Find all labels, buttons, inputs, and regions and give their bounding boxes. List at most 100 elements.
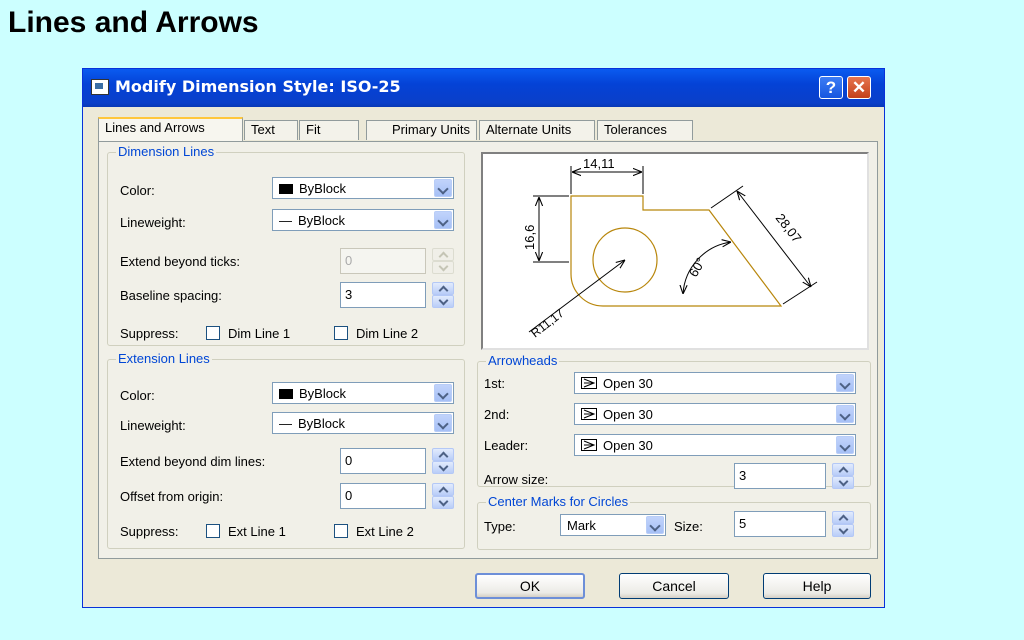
tab-text[interactable]: Text: [244, 120, 298, 140]
arrow-size-spinner[interactable]: [832, 463, 854, 489]
lines-and-arrows-panel: Dimension Lines Color: ByBlock Lineweigh…: [98, 141, 878, 559]
dimension-lines-legend: Dimension Lines: [116, 144, 217, 159]
dim-extend-input: 0: [340, 248, 426, 274]
tab-alternate-units[interactable]: Alternate Units: [479, 120, 595, 140]
chevron-down-icon[interactable]: [434, 179, 452, 197]
center-marks-group: Center Marks for Circles Type: Mark Size…: [477, 494, 871, 550]
color-swatch-icon: [279, 389, 293, 399]
arrow-second-select[interactable]: Open 30: [574, 403, 856, 425]
tab-lines-and-arrows[interactable]: Lines and Arrows: [98, 117, 243, 141]
ext-lineweight-label: Lineweight:: [120, 418, 186, 433]
extension-lines-legend: Extension Lines: [116, 351, 212, 366]
tab-primary-units[interactable]: Primary Units: [366, 120, 477, 140]
dim-extend-spinner: [432, 248, 454, 274]
dialog-title: Modify Dimension Style: ISO-25: [115, 77, 401, 96]
dim-suppress-label: Suppress:: [120, 326, 179, 341]
chevron-down-icon[interactable]: [434, 211, 452, 229]
dim-label-top: 14,11: [583, 156, 615, 171]
arrow-first-value: Open 30: [603, 376, 653, 391]
tab-fit[interactable]: Fit: [299, 120, 359, 140]
arrow-size-value: 3: [739, 468, 747, 483]
dim-line-1-checkbox[interactable]: [206, 326, 220, 340]
ext-extend-label: Extend beyond dim lines:: [120, 454, 266, 469]
open-arrow-icon: [581, 377, 597, 389]
extension-lines-group: Extension Lines Color: ByBlock Lineweigh…: [107, 351, 465, 549]
dimension-lines-group: Dimension Lines Color: ByBlock Lineweigh…: [107, 144, 465, 346]
dim-extend-value: 0: [345, 253, 353, 268]
ext-line-2-label: Ext Line 2: [356, 524, 414, 539]
chevron-down-icon[interactable]: [434, 384, 452, 402]
ext-offset-label: Offset from origin:: [120, 489, 224, 504]
title-bar[interactable]: Modify Dimension Style: ISO-25 ? ✕: [83, 69, 884, 107]
center-size-value: 5: [739, 516, 747, 531]
cancel-button[interactable]: Cancel: [619, 573, 729, 599]
arrow-second-value: Open 30: [603, 407, 653, 422]
dim-baseline-input[interactable]: 3: [340, 282, 426, 308]
color-swatch-icon: [279, 184, 293, 194]
dim-label-angle: 60°: [686, 255, 709, 280]
dim-color-select[interactable]: ByBlock: [272, 177, 454, 199]
dim-line-2-label: Dim Line 2: [356, 326, 419, 341]
ext-lineweight-value: ByBlock: [298, 416, 345, 431]
ext-extend-value: 0: [345, 453, 353, 468]
ext-extend-input[interactable]: 0: [340, 448, 426, 474]
ext-offset-input[interactable]: 0: [340, 483, 426, 509]
ext-line-1-checkbox[interactable]: [206, 524, 220, 538]
chevron-down-icon[interactable]: [836, 374, 854, 392]
line-weight-icon: —: [279, 416, 292, 431]
center-type-label: Type:: [484, 519, 516, 534]
ext-offset-value: 0: [345, 488, 353, 503]
center-type-value: Mark: [567, 518, 596, 533]
dim-line-2-checkbox[interactable]: [334, 326, 348, 340]
arrow-size-label: Arrow size:: [484, 472, 549, 487]
chevron-down-icon[interactable]: [434, 414, 452, 432]
tab-tolerances[interactable]: Tolerances: [597, 120, 693, 140]
center-marks-legend: Center Marks for Circles: [486, 494, 631, 509]
ext-color-value: ByBlock: [299, 386, 346, 401]
center-size-input[interactable]: 5: [734, 511, 826, 537]
arrow-first-select[interactable]: Open 30: [574, 372, 856, 394]
help-button[interactable]: Help: [763, 573, 871, 599]
ext-color-select[interactable]: ByBlock: [272, 382, 454, 404]
ext-line-2-checkbox[interactable]: [334, 524, 348, 538]
arrowheads-group: Arrowheads 1st: Open 30 2nd: Open 30 Lea…: [477, 353, 871, 489]
arrow-second-label: 2nd:: [484, 407, 510, 422]
dim-line-1-label: Dim Line 1: [228, 326, 291, 341]
arrow-first-label: 1st:: [484, 376, 505, 391]
ext-color-label: Color:: [120, 388, 155, 403]
open-arrow-icon: [581, 439, 597, 451]
dim-lineweight-label: Lineweight:: [120, 215, 186, 230]
ok-button[interactable]: OK: [475, 573, 585, 599]
ext-extend-spinner[interactable]: [432, 448, 454, 474]
ext-suppress-label: Suppress:: [120, 524, 179, 539]
arrow-leader-select[interactable]: Open 30: [574, 434, 856, 456]
chevron-down-icon[interactable]: [646, 516, 664, 534]
preview-drawing: 14,11 16,6 28,07 60° R11,17: [522, 156, 818, 341]
ext-offset-spinner[interactable]: [432, 483, 454, 509]
center-size-label: Size:: [674, 519, 703, 534]
chevron-down-icon[interactable]: [836, 436, 854, 454]
close-button[interactable]: ✕: [847, 76, 871, 99]
dim-extend-label: Extend beyond ticks:: [120, 254, 240, 269]
dim-color-label: Color:: [120, 183, 155, 198]
dim-label-left: 16,6: [522, 225, 537, 250]
dim-label-right: 28,07: [773, 211, 805, 246]
modify-dimension-style-dialog: Modify Dimension Style: ISO-25 ? ✕ Lines…: [82, 68, 885, 608]
dim-lineweight-select[interactable]: — ByBlock: [272, 209, 454, 231]
help-title-button[interactable]: ?: [819, 76, 843, 99]
ext-lineweight-select[interactable]: — ByBlock: [272, 412, 454, 434]
arrow-leader-label: Leader:: [484, 438, 529, 453]
dim-color-value: ByBlock: [299, 181, 346, 196]
chevron-down-icon[interactable]: [836, 405, 854, 423]
center-type-select[interactable]: Mark: [560, 514, 666, 536]
dialog-app-icon: [91, 79, 109, 95]
center-size-spinner[interactable]: [832, 511, 854, 537]
arrow-leader-value: Open 30: [603, 438, 653, 453]
arrow-size-input[interactable]: 3: [734, 463, 826, 489]
line-weight-icon: —: [279, 213, 292, 228]
dim-baseline-value: 3: [345, 287, 353, 302]
slide-title: Lines and Arrows: [8, 6, 259, 39]
dimension-preview: 14,11 16,6 28,07 60° R11,17: [481, 152, 869, 350]
dim-label-radius: R11,17: [528, 306, 567, 341]
dim-baseline-spinner[interactable]: [432, 282, 454, 308]
